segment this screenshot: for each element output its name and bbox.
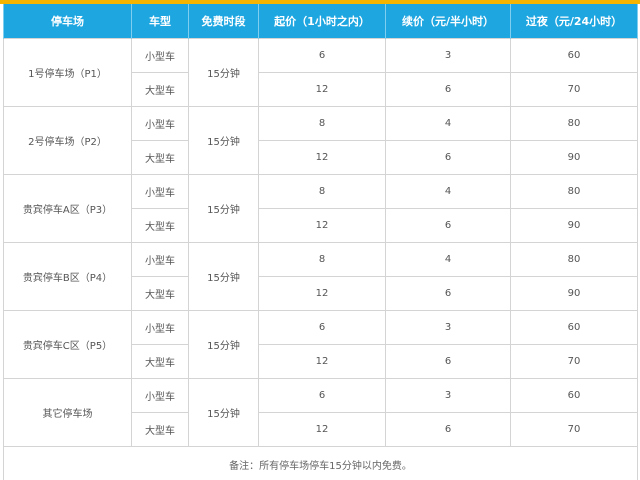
overnight-price-cell: 90 xyxy=(510,208,638,243)
page: 停车场 车型 免费时段 起价（1小时之内） 续价（元/半小时） 过夜（元/24小… xyxy=(0,0,640,480)
lot-name-cell: 2号停车场（P2） xyxy=(3,106,132,175)
overnight-price-cell: 80 xyxy=(510,174,638,209)
overnight-price-cell: 80 xyxy=(510,106,638,141)
table-row: 贵宾停车C区（P5） 小型车 15分钟 6 3 60 xyxy=(3,310,638,379)
vehicle-type-cell: 大型车 xyxy=(131,276,189,311)
lot-name-cell: 贵宾停车A区（P3） xyxy=(3,174,132,243)
vehicle-type-cell: 小型车 xyxy=(131,106,189,141)
vehicle-type-cell: 大型车 xyxy=(131,412,189,447)
overnight-price-cell: 80 xyxy=(510,242,638,277)
table-header-row: 停车场 车型 免费时段 起价（1小时之内） 续价（元/半小时） 过夜（元/24小… xyxy=(3,4,638,39)
free-period-cell: 15分钟 xyxy=(188,310,259,379)
header-lot: 停车场 xyxy=(3,4,132,39)
start-price-cell: 12 xyxy=(258,344,386,379)
table-row: 其它停车场 小型车 15分钟 6 3 60 xyxy=(3,378,638,447)
overnight-price-cell: 70 xyxy=(510,72,638,107)
start-price-cell: 12 xyxy=(258,276,386,311)
free-period-cell: 15分钟 xyxy=(188,38,259,107)
start-price-cell: 8 xyxy=(258,174,386,209)
start-price-cell: 6 xyxy=(258,378,386,413)
parking-fee-table: 停车场 车型 免费时段 起价（1小时之内） 续价（元/半小时） 过夜（元/24小… xyxy=(3,4,638,480)
header-vehicle-type: 车型 xyxy=(131,4,189,39)
start-price-cell: 12 xyxy=(258,72,386,107)
overnight-price-cell: 70 xyxy=(510,344,638,379)
extra-price-cell: 6 xyxy=(385,140,511,175)
start-price-cell: 8 xyxy=(258,106,386,141)
lot-name-cell: 1号停车场（P1） xyxy=(3,38,132,107)
table-row: 贵宾停车A区（P3） 小型车 15分钟 8 4 80 xyxy=(3,174,638,243)
free-period-cell: 15分钟 xyxy=(188,378,259,447)
overnight-price-cell: 90 xyxy=(510,276,638,311)
lot-name-cell: 贵宾停车B区（P4） xyxy=(3,242,132,311)
extra-price-cell: 6 xyxy=(385,72,511,107)
lot-name-cell: 其它停车场 xyxy=(3,378,132,447)
extra-price-cell: 6 xyxy=(385,412,511,447)
vehicle-type-cell: 大型车 xyxy=(131,140,189,175)
overnight-price-cell: 60 xyxy=(510,38,638,73)
extra-price-cell: 4 xyxy=(385,174,511,209)
header-free-period: 免费时段 xyxy=(188,4,259,39)
start-price-cell: 6 xyxy=(258,38,386,73)
start-price-cell: 8 xyxy=(258,242,386,277)
vehicle-type-cell: 小型车 xyxy=(131,174,189,209)
extra-price-cell: 6 xyxy=(385,208,511,243)
table-row: 1号停车场（P1） 小型车 15分钟 6 3 60 xyxy=(3,38,638,107)
start-price-cell: 12 xyxy=(258,140,386,175)
extra-price-cell: 4 xyxy=(385,242,511,277)
extra-price-cell: 3 xyxy=(385,38,511,73)
vehicle-type-cell: 小型车 xyxy=(131,310,189,345)
start-price-cell: 6 xyxy=(258,310,386,345)
free-period-cell: 15分钟 xyxy=(188,174,259,243)
extra-price-cell: 3 xyxy=(385,310,511,345)
table-body: 1号停车场（P1） 小型车 15分钟 6 3 60 大型车 12 6 70 2号停车场（P2） 小型车… xyxy=(3,38,638,480)
lot-name-cell: 贵宾停车C区（P5） xyxy=(3,310,132,379)
extra-price-cell: 3 xyxy=(385,378,511,413)
start-price-cell: 12 xyxy=(258,208,386,243)
header-extra-price: 续价（元/半小时） xyxy=(385,4,511,39)
note-text: 备注：所有停车场停车15分钟以内免费。 xyxy=(3,446,638,480)
header-overnight: 过夜（元/24小时） xyxy=(510,4,638,39)
free-period-cell: 15分钟 xyxy=(188,106,259,175)
vehicle-type-cell: 小型车 xyxy=(131,242,189,277)
extra-price-cell: 4 xyxy=(385,106,511,141)
start-price-cell: 12 xyxy=(258,412,386,447)
table-row: 2号停车场（P2） 小型车 15分钟 8 4 80 xyxy=(3,106,638,175)
header-start-price: 起价（1小时之内） xyxy=(258,4,386,39)
overnight-price-cell: 90 xyxy=(510,140,638,175)
free-period-cell: 15分钟 xyxy=(188,242,259,311)
overnight-price-cell: 60 xyxy=(510,310,638,345)
note-row: 备注：所有停车场停车15分钟以内免费。 xyxy=(3,446,638,480)
vehicle-type-cell: 大型车 xyxy=(131,208,189,243)
vehicle-type-cell: 大型车 xyxy=(131,72,189,107)
vehicle-type-cell: 小型车 xyxy=(131,378,189,413)
overnight-price-cell: 60 xyxy=(510,378,638,413)
overnight-price-cell: 70 xyxy=(510,412,638,447)
vehicle-type-cell: 小型车 xyxy=(131,38,189,73)
extra-price-cell: 6 xyxy=(385,344,511,379)
table-row: 贵宾停车B区（P4） 小型车 15分钟 8 4 80 xyxy=(3,242,638,311)
extra-price-cell: 6 xyxy=(385,276,511,311)
vehicle-type-cell: 大型车 xyxy=(131,344,189,379)
